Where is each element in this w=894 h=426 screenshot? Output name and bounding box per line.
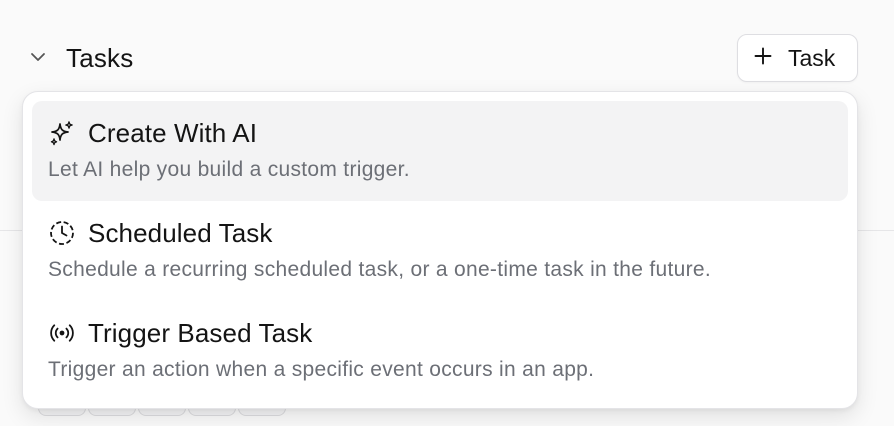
tasks-page: Tasks Task Create With AI Let AI help yo… bbox=[0, 0, 894, 426]
menu-item-scheduled-task[interactable]: Scheduled Task Schedule a recurring sche… bbox=[32, 201, 848, 301]
add-task-label: Task bbox=[788, 44, 836, 71]
section-title: Tasks bbox=[66, 43, 134, 73]
menu-item-create-with-ai[interactable]: Create With AI Let AI help you build a c… bbox=[32, 101, 848, 201]
add-task-dropdown-menu: Create With AI Let AI help you build a c… bbox=[22, 91, 858, 409]
broadcast-icon bbox=[48, 319, 76, 347]
sparkles-icon bbox=[48, 119, 76, 147]
plus-icon bbox=[754, 47, 772, 70]
menu-item-title: Scheduled Task bbox=[88, 217, 273, 248]
menu-item-description: Trigger an action when a specific event … bbox=[48, 358, 595, 381]
add-task-button[interactable]: Task bbox=[737, 34, 858, 82]
menu-item-description: Let AI help you build a custom trigger. bbox=[48, 158, 410, 181]
menu-item-trigger-based-task[interactable]: Trigger Based Task Trigger an action whe… bbox=[32, 301, 848, 401]
clock-icon bbox=[48, 219, 76, 247]
menu-item-title: Create With AI bbox=[88, 117, 258, 148]
collapse-toggle[interactable] bbox=[28, 48, 48, 68]
menu-item-description: Schedule a recurring scheduled task, or … bbox=[48, 258, 712, 281]
menu-item-title: Trigger Based Task bbox=[88, 317, 313, 348]
chevron-down-icon bbox=[30, 49, 46, 67]
tasks-section-header: Tasks Task bbox=[0, 34, 894, 82]
